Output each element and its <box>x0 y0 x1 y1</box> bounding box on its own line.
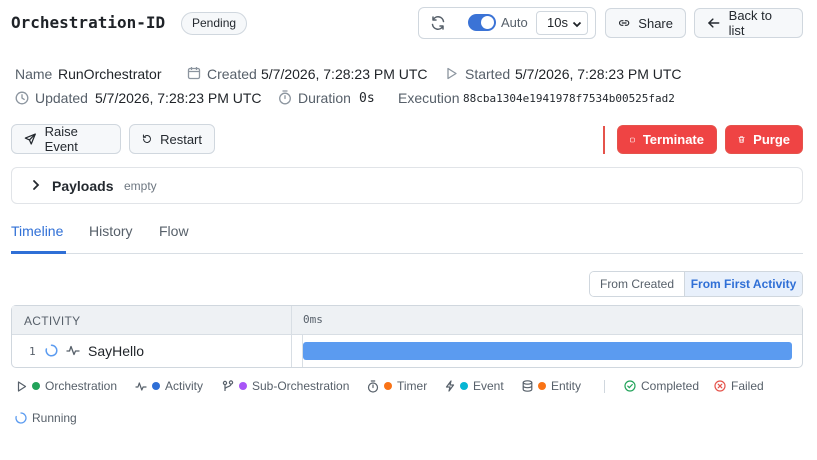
arrow-left-icon <box>708 18 720 28</box>
auto-refresh-toggle[interactable] <box>468 14 496 31</box>
timer-dot <box>384 382 392 390</box>
time-origin-toggle: From Created From First Activity <box>589 271 803 297</box>
orchestration-dot <box>32 382 40 390</box>
name-value: RunOrchestrator <box>58 66 162 82</box>
timer-icon <box>367 379 379 393</box>
send-icon <box>24 133 36 145</box>
interval-value: 10s <box>547 15 568 30</box>
duration-value: 0s <box>359 91 375 106</box>
raise-event-label: Raise Event <box>44 124 78 154</box>
time-axis-label: 0ms <box>303 313 323 326</box>
timer-icon <box>278 90 292 105</box>
legend-activity: Activity <box>135 379 203 393</box>
created-label: Created <box>207 66 257 82</box>
terminate-label: Terminate <box>642 132 704 147</box>
activity-icon <box>135 381 147 391</box>
purge-button[interactable]: Purge <box>725 125 803 154</box>
legend-divider <box>604 380 605 393</box>
restart-button[interactable]: Restart <box>129 124 215 154</box>
entity-dot <box>538 382 546 390</box>
restart-label: Restart <box>160 131 202 147</box>
column-header-activity: ACTIVITY <box>24 314 81 328</box>
share-button[interactable]: Share <box>605 8 686 38</box>
interval-select[interactable]: 10s <box>536 11 588 35</box>
legend-label: Running <box>32 411 77 425</box>
share-label: Share <box>638 15 673 31</box>
tab-divider <box>11 253 803 254</box>
spinner-icon <box>15 412 27 424</box>
payloads-state: empty <box>124 179 157 193</box>
refresh-icon <box>431 16 445 30</box>
lightning-icon <box>445 380 455 392</box>
updated-label: Updated <box>35 90 88 106</box>
database-icon <box>522 380 533 392</box>
running-spinner-icon <box>45 344 58 357</box>
activity-icon <box>66 344 80 357</box>
legend-running: Running <box>15 411 77 425</box>
restart-icon <box>142 134 151 143</box>
from-first-activity-button[interactable]: From First Activity <box>684 272 802 296</box>
refresh-button[interactable] <box>426 12 450 34</box>
legend-entity: Entity <box>522 379 581 393</box>
branch-icon <box>222 380 234 391</box>
legend-orchestration: Orchestration <box>17 379 117 393</box>
status-badge: Pending <box>181 12 248 35</box>
legend-label: Sub-Orchestration <box>252 379 350 393</box>
from-created-button[interactable]: From Created <box>590 272 684 296</box>
legend-event: Event <box>445 379 504 393</box>
calendar-icon <box>187 66 201 80</box>
duration-label: Duration <box>298 90 351 106</box>
updated-value: 5/7/2026, 7:28:23 PM UTC <box>95 90 262 106</box>
legend-label: Event <box>473 379 504 393</box>
execution-id: 88cba1304e1941978f7534b00525fad2 <box>463 92 675 105</box>
sub-orchestration-dot <box>239 382 247 390</box>
legend-label: Activity <box>165 379 204 393</box>
execution-label: Execution <box>398 90 460 106</box>
tab-flow[interactable]: Flow <box>159 223 189 239</box>
back-label: Back to list <box>728 8 773 38</box>
legend-label: Failed <box>731 379 764 393</box>
stop-icon <box>630 137 635 142</box>
legend-sub-orchestration: Sub-Orchestration <box>222 379 349 393</box>
legend-label: Completed <box>641 379 700 393</box>
legend-failed: Failed <box>714 379 764 393</box>
raise-event-button[interactable]: Raise Event <box>11 124 121 154</box>
danger-divider <box>603 126 605 154</box>
trash-icon <box>738 136 745 143</box>
column-divider <box>291 306 292 367</box>
chevron-down-icon <box>572 21 582 28</box>
back-to-list-button[interactable]: Back to list <box>694 8 803 38</box>
activity-dot <box>152 382 160 390</box>
timeline-bar[interactable] <box>303 342 792 360</box>
x-circle-icon <box>714 380 726 392</box>
activity-name[interactable]: SayHello <box>88 343 144 359</box>
row-index: 1 <box>29 345 36 358</box>
terminate-button[interactable]: Terminate <box>617 125 717 154</box>
legend-timer: Timer <box>367 379 427 393</box>
name-label: Name <box>15 66 53 82</box>
event-dot <box>460 382 468 390</box>
page-title: Orchestration-ID <box>11 13 166 32</box>
legend-label: Timer <box>397 379 428 393</box>
legend-completed: Completed <box>624 379 699 393</box>
play-icon <box>446 67 458 80</box>
play-icon <box>17 380 27 392</box>
clock-icon <box>15 91 29 105</box>
auto-label: Auto <box>501 15 528 30</box>
chevron-right-icon[interactable] <box>31 179 41 191</box>
link-icon <box>618 20 630 26</box>
created-value: 5/7/2026, 7:28:23 PM UTC <box>261 66 428 82</box>
active-tab-indicator <box>11 251 66 254</box>
payloads-label: Payloads <box>52 178 114 194</box>
tab-timeline[interactable]: Timeline <box>11 223 63 239</box>
started-label: Started <box>465 66 511 82</box>
check-circle-icon <box>624 380 636 392</box>
legend-label: Entity <box>551 379 582 393</box>
started-value: 5/7/2026, 7:28:23 PM UTC <box>515 66 682 82</box>
purge-label: Purge <box>753 132 790 147</box>
timeline-header <box>12 306 802 335</box>
legend-label: Orchestration <box>45 379 118 393</box>
tab-history[interactable]: History <box>89 223 133 239</box>
